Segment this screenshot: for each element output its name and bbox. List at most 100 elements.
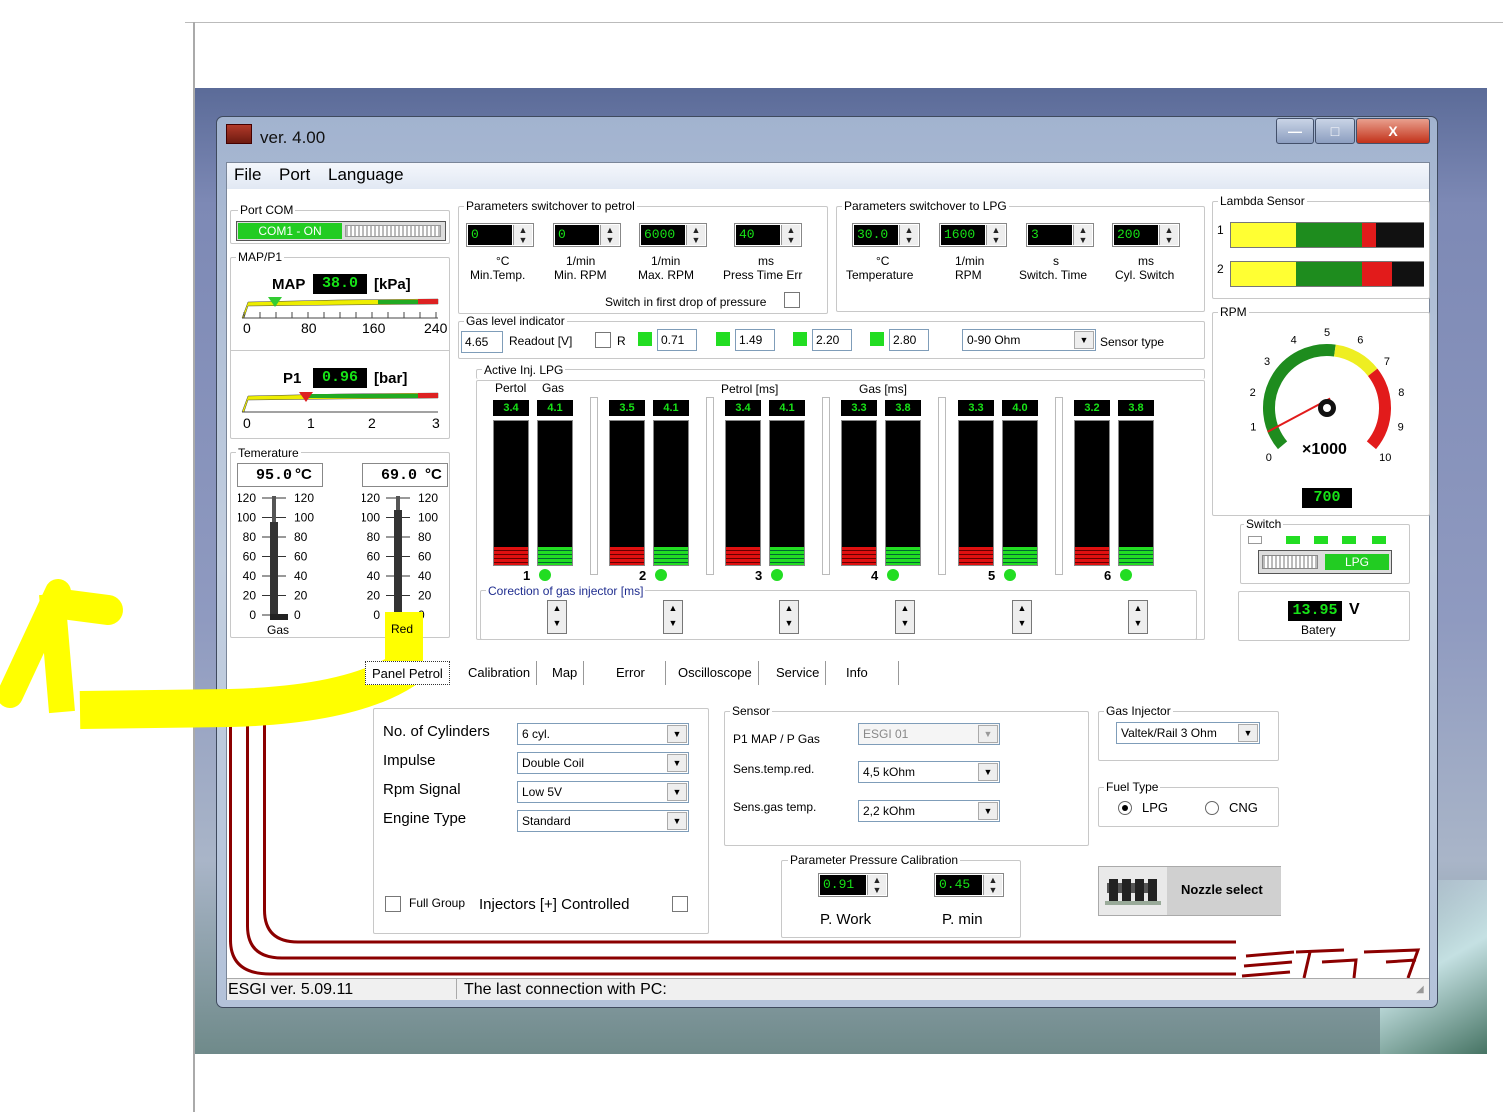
sens-temp-red-select[interactable]: 4,5 kOhm ▼ bbox=[858, 761, 1000, 783]
tab-oscilloscope[interactable]: Oscilloscope bbox=[672, 661, 759, 685]
spin-arrows-icon[interactable]: ▲ ▼ bbox=[781, 225, 800, 245]
spin-arrows-icon[interactable]: ▲ ▼ bbox=[686, 225, 705, 245]
p-min-spinner[interactable]: 0.45 ▲ ▼ bbox=[934, 873, 1004, 897]
min-temp-spinner[interactable]: 0 ▲ ▼ bbox=[466, 223, 534, 247]
r-checkbox[interactable] bbox=[595, 332, 611, 348]
chevron-down-icon[interactable]: ▼ bbox=[667, 812, 687, 830]
chevron-down-icon[interactable]: ▼ bbox=[1238, 724, 1258, 742]
tab-map[interactable]: Map bbox=[546, 661, 585, 685]
full-group-checkbox[interactable] bbox=[385, 896, 401, 912]
level-3-field[interactable]: 2.20 bbox=[812, 329, 852, 351]
cyl-switch-spinner[interactable]: 200 ▲ ▼ bbox=[1112, 223, 1180, 247]
gas-bar-fill bbox=[538, 547, 572, 565]
level-4-field[interactable]: 2.80 bbox=[889, 329, 929, 351]
toggle-handle bbox=[1262, 555, 1318, 569]
switch-legend: Switch bbox=[1244, 517, 1284, 531]
spin-arrows-icon[interactable]: ▲ ▼ bbox=[867, 875, 886, 895]
petrol-bar-fill bbox=[959, 547, 993, 565]
p-min-value: 0.45 bbox=[936, 875, 982, 895]
lpg-rpm-spinner[interactable]: 1600 ▲ ▼ bbox=[939, 223, 1007, 247]
impulse-select[interactable]: Double Coil ▼ bbox=[517, 752, 689, 774]
switch-time-spinner[interactable]: 3 ▲ ▼ bbox=[1026, 223, 1094, 247]
first-drop-checkbox[interactable] bbox=[784, 292, 800, 308]
press-time-err-unit: ms bbox=[758, 254, 774, 268]
min-rpm-spinner[interactable]: 0 ▲ ▼ bbox=[553, 223, 621, 247]
tab-service[interactable]: Service bbox=[770, 661, 827, 685]
injectors-controlled-checkbox[interactable] bbox=[672, 896, 688, 912]
resize-grip-icon[interactable]: ◢ bbox=[1416, 984, 1424, 996]
chevron-down-icon[interactable]: ▼ bbox=[978, 802, 998, 820]
tab-info[interactable]: Info bbox=[840, 661, 899, 685]
level-2-field[interactable]: 1.49 bbox=[735, 329, 775, 351]
minimize-button[interactable]: — bbox=[1276, 118, 1314, 144]
spin-arrows-icon[interactable]: ▲ ▼ bbox=[513, 225, 532, 245]
fuel-type-legend: Fuel Type bbox=[1104, 780, 1161, 794]
svg-text:100: 100 bbox=[418, 511, 438, 525]
sens-gas-temp-value: 2,2 kOhm bbox=[863, 804, 916, 818]
menu-file[interactable]: File bbox=[234, 165, 261, 185]
sens-temp-red-label: Sens.temp.red. bbox=[733, 762, 815, 776]
impulse-label: Impulse bbox=[383, 752, 436, 769]
port-toggle[interactable]: COM1 - ON bbox=[236, 221, 446, 241]
spin-arrows-icon[interactable]: ▲ ▼ bbox=[1159, 225, 1178, 245]
sens-gas-temp-select[interactable]: 2,2 kOhm ▼ bbox=[858, 800, 1000, 822]
chevron-down-icon[interactable]: ▼ bbox=[667, 754, 687, 772]
petrol-bar bbox=[958, 420, 994, 566]
pressure-cal-legend: Parameter Pressure Calibration bbox=[788, 853, 961, 867]
correction-legend: Corection of gas injector [ms] bbox=[486, 584, 646, 598]
press-time-err-spinner[interactable]: 40 ▲ ▼ bbox=[734, 223, 802, 247]
chevron-down-icon[interactable]: ▼ bbox=[978, 763, 998, 781]
lpg-temp-value: 30.0 bbox=[854, 225, 898, 245]
injector-correction-spinner[interactable]: ▲ ▼ bbox=[1128, 600, 1148, 634]
cyl-switch-value: 200 bbox=[1114, 225, 1158, 245]
lambda-row-1-label: 1 bbox=[1217, 223, 1224, 237]
chevron-down-icon[interactable]: ▼ bbox=[1074, 331, 1094, 349]
cylinders-select[interactable]: 6 cyl. ▼ bbox=[517, 723, 689, 745]
spin-arrows-icon[interactable]: ▲ ▼ bbox=[986, 225, 1005, 245]
svg-text:100: 100 bbox=[362, 511, 380, 525]
tab-panel-petrol[interactable]: Panel Petrol bbox=[365, 661, 450, 685]
spin-arrows-icon[interactable]: ▲ ▼ bbox=[899, 225, 918, 245]
sensor-type-select[interactable]: 0-90 Ohm ▼ bbox=[962, 329, 1096, 351]
p-work-spinner[interactable]: 0.91 ▲ ▼ bbox=[818, 873, 888, 897]
injector-correction-spinner[interactable]: ▲ ▼ bbox=[663, 600, 683, 634]
injector-correction-spinner[interactable]: ▲ ▼ bbox=[1012, 600, 1032, 634]
max-rpm-spinner[interactable]: 6000 ▲ ▼ bbox=[639, 223, 707, 247]
svg-text:80: 80 bbox=[367, 530, 381, 544]
spin-arrows-icon[interactable]: ▲ ▼ bbox=[1073, 225, 1092, 245]
lpg-temp-spinner[interactable]: 30.0 ▲ ▼ bbox=[852, 223, 920, 247]
level-1-field[interactable]: 0.71 bbox=[657, 329, 697, 351]
close-button[interactable]: X bbox=[1356, 118, 1430, 144]
chevron-down-icon[interactable]: ▼ bbox=[978, 725, 998, 743]
injector-rail-icon bbox=[1105, 879, 1161, 905]
menu-language[interactable]: Language bbox=[328, 165, 404, 185]
p-min-label: P. min bbox=[942, 911, 983, 928]
injector-correction-spinner[interactable]: ▲ ▼ bbox=[547, 600, 567, 634]
sens-gas-temp-label: Sens.gas temp. bbox=[733, 800, 817, 814]
svg-text:100: 100 bbox=[238, 511, 256, 525]
engine-type-select[interactable]: Standard ▼ bbox=[517, 810, 689, 832]
readout-field[interactable]: 4.65 bbox=[461, 331, 503, 353]
spin-arrows-icon[interactable]: ▲ ▼ bbox=[600, 225, 619, 245]
app-icon bbox=[226, 124, 252, 144]
impulse-value: Double Coil bbox=[522, 756, 585, 770]
min-rpm-unit: 1/min bbox=[566, 254, 596, 268]
fuel-switch-toggle[interactable]: LPG bbox=[1258, 550, 1392, 574]
chevron-down-icon[interactable]: ▼ bbox=[667, 725, 687, 743]
chevron-down-icon[interactable]: ▼ bbox=[667, 783, 687, 801]
spin-arrows-icon[interactable]: ▲ ▼ bbox=[983, 875, 1002, 895]
gas-injector-select[interactable]: Valtek/Rail 3 Ohm ▼ bbox=[1116, 722, 1260, 744]
injector-correction-spinner[interactable]: ▲ ▼ bbox=[779, 600, 799, 634]
fuel-lpg-radio[interactable] bbox=[1118, 801, 1132, 815]
maximize-button[interactable]: □ bbox=[1315, 118, 1355, 144]
menu-port[interactable]: Port bbox=[279, 165, 310, 185]
p1-map-select[interactable]: ESGI 01 ▼ bbox=[858, 723, 1000, 745]
p1-scale-3: 3 bbox=[432, 415, 440, 431]
rpm-signal-select[interactable]: Low 5V ▼ bbox=[517, 781, 689, 803]
p1-value: 0.96 bbox=[313, 368, 367, 388]
injector-correction-spinner[interactable]: ▲ ▼ bbox=[895, 600, 915, 634]
nozzle-select-button[interactable]: Nozzle select bbox=[1098, 866, 1281, 916]
tab-calibration[interactable]: Calibration bbox=[462, 661, 538, 685]
tab-error[interactable]: Error bbox=[610, 661, 666, 685]
fuel-cng-radio[interactable] bbox=[1205, 801, 1219, 815]
